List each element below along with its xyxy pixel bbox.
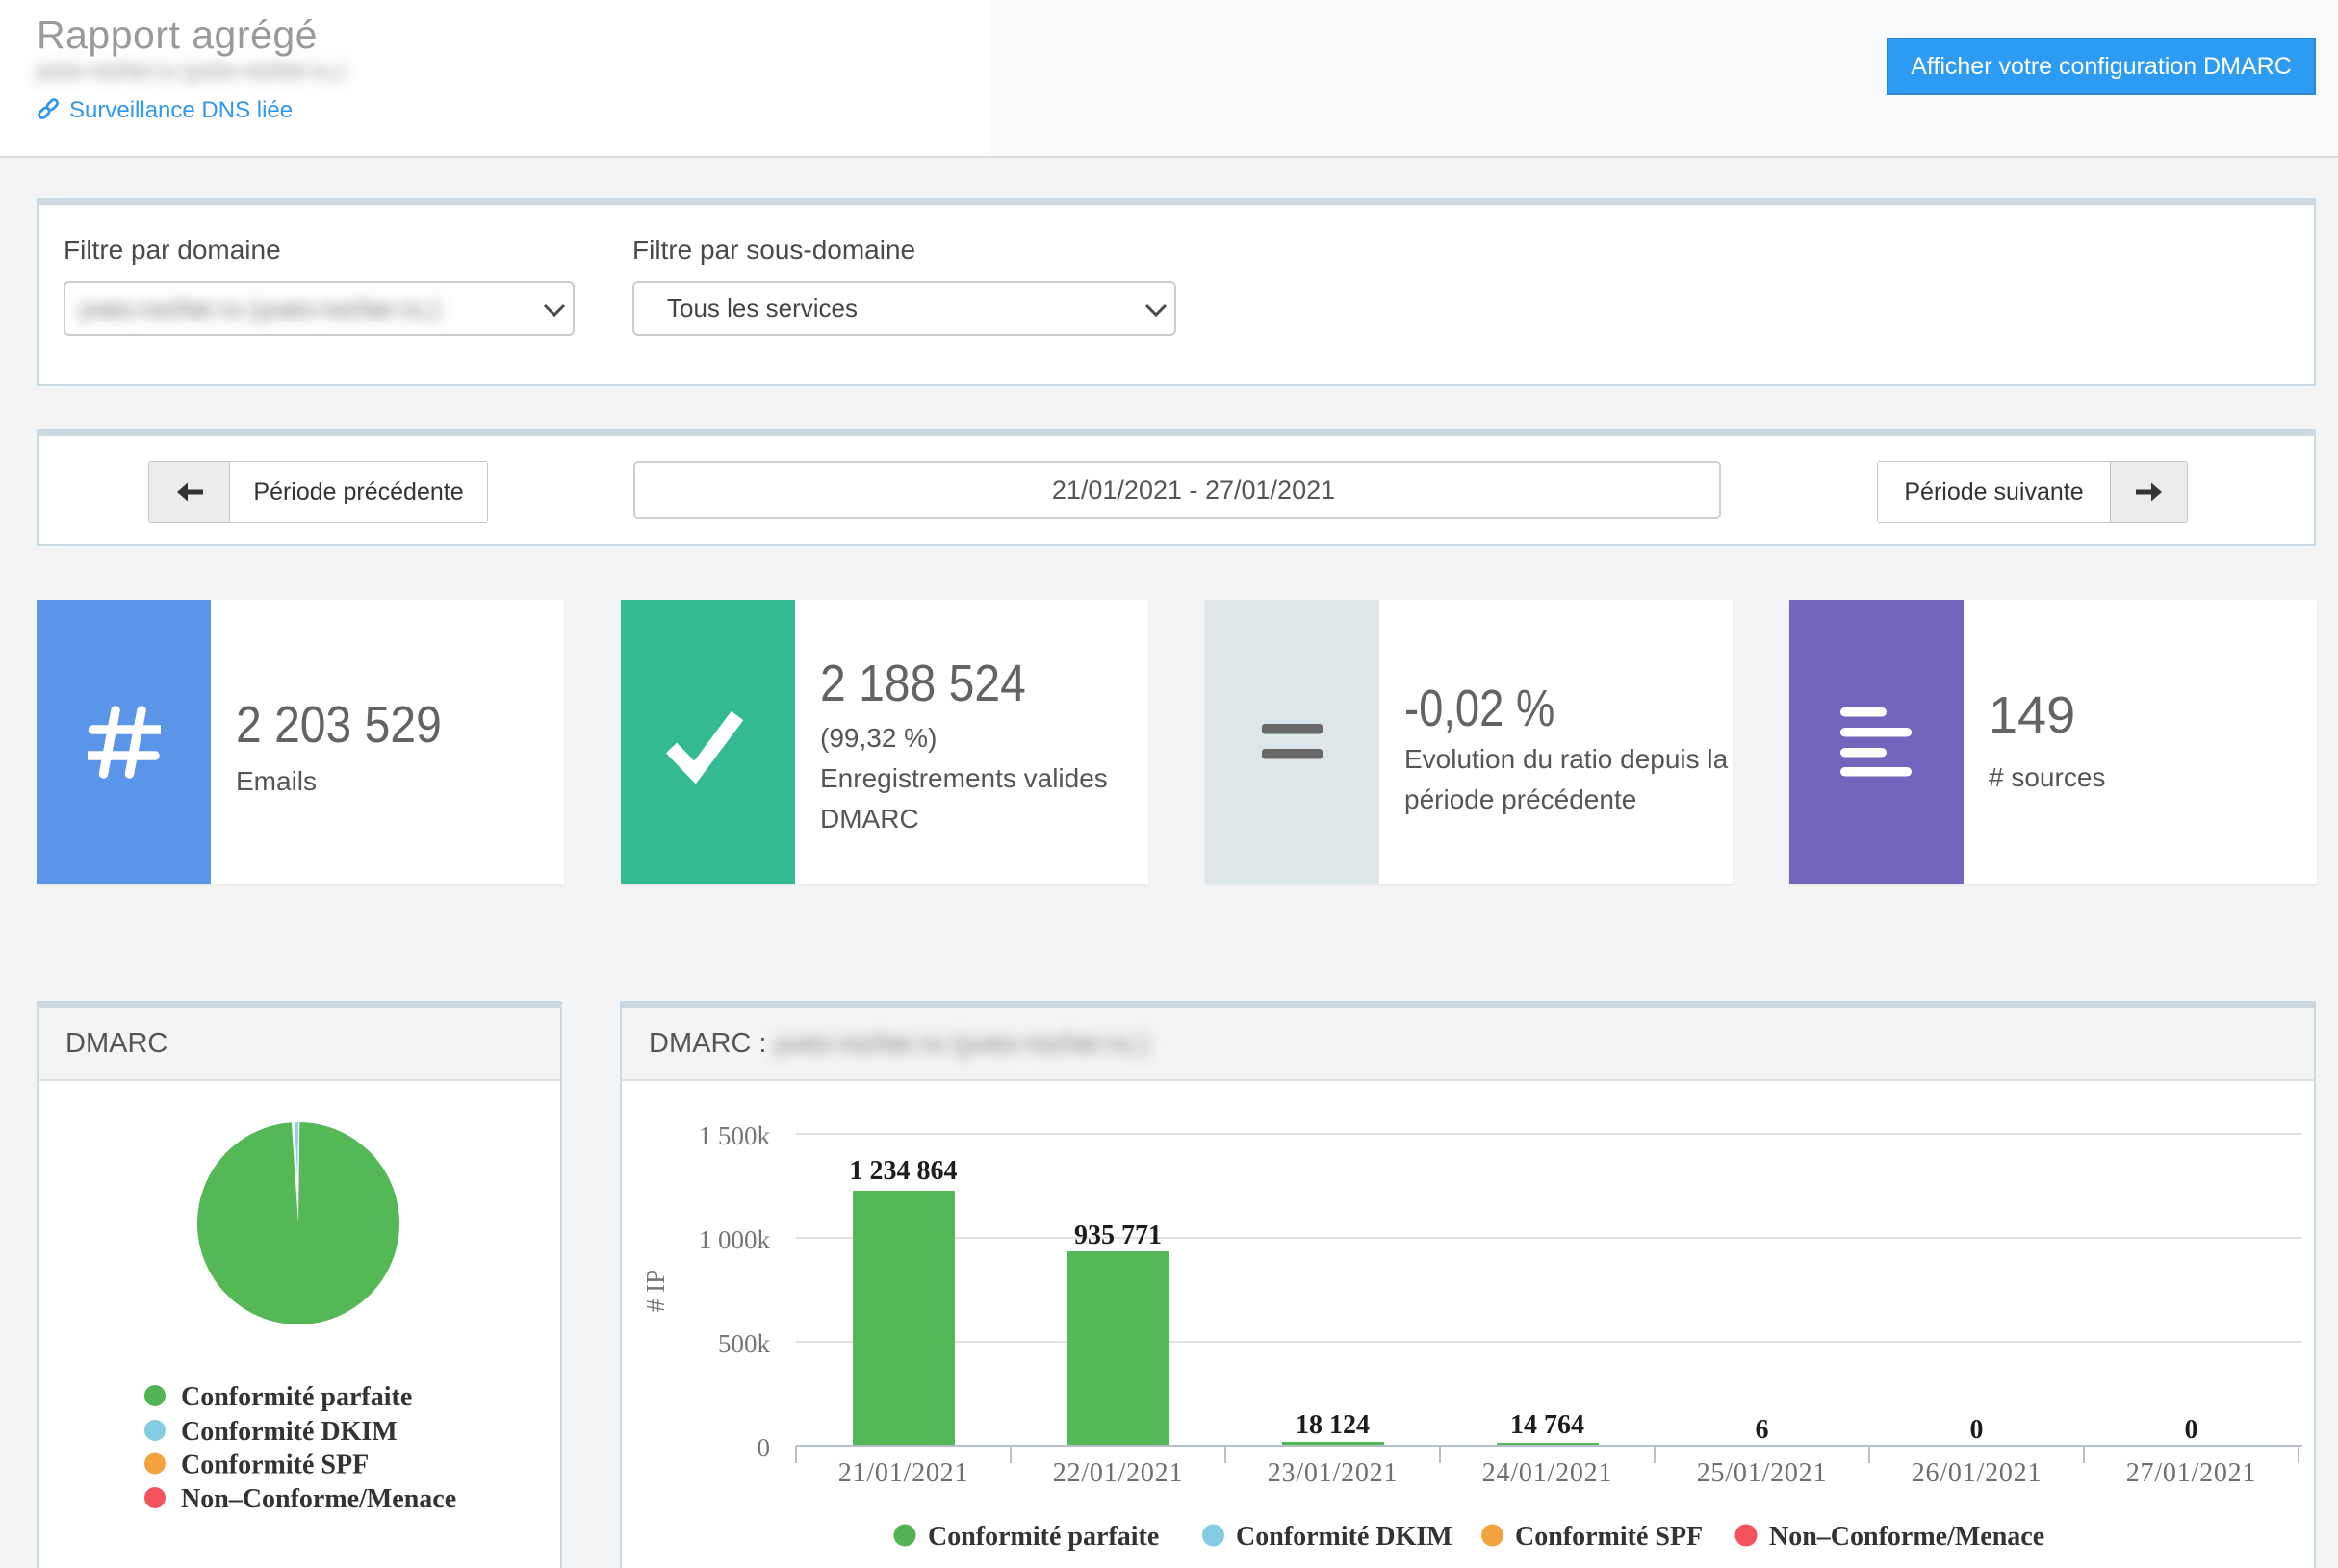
svg-text:18 124: 18 124 <box>1296 1410 1370 1440</box>
svg-text:Conformité SPF: Conformité SPF <box>181 1451 369 1480</box>
svg-text:Non–Conforme/Menace: Non–Conforme/Menace <box>1769 1522 2044 1552</box>
svg-text:Conformité DKIM: Conformité DKIM <box>1236 1522 1452 1552</box>
svg-text:Conformité parfaite: Conformité parfaite <box>928 1522 1159 1552</box>
svg-text:0: 0 <box>2185 1415 2198 1445</box>
svg-text:1 500k: 1 500k <box>699 1121 771 1150</box>
svg-text:21/01/2021: 21/01/2021 <box>838 1458 969 1488</box>
svg-text:500k: 500k <box>718 1329 771 1358</box>
svg-text:1 234 864: 1 234 864 <box>850 1156 958 1186</box>
svg-text:0: 0 <box>758 1433 771 1462</box>
svg-text:26/01/2021: 26/01/2021 <box>1912 1458 2043 1488</box>
svg-text:# IP: # IP <box>641 1270 670 1312</box>
svg-text:23/01/2021: 23/01/2021 <box>1268 1458 1399 1488</box>
svg-text:Conformité parfaite: Conformité parfaite <box>181 1382 412 1412</box>
svg-text:935 771: 935 771 <box>1074 1221 1162 1250</box>
svg-text:6: 6 <box>1756 1415 1769 1445</box>
svg-text:Conformité SPF: Conformité SPF <box>1515 1522 1703 1552</box>
svg-text:Conformité DKIM: Conformité DKIM <box>181 1417 398 1447</box>
svg-text:22/01/2021: 22/01/2021 <box>1053 1458 1184 1488</box>
svg-text:0: 0 <box>1970 1415 1984 1445</box>
svg-text:27/01/2021: 27/01/2021 <box>2126 1458 2257 1488</box>
svg-text:25/01/2021: 25/01/2021 <box>1697 1458 1828 1488</box>
svg-text:24/01/2021: 24/01/2021 <box>1482 1458 1613 1488</box>
svg-text:1 000k: 1 000k <box>699 1225 771 1254</box>
svg-text:14 764: 14 764 <box>1510 1410 1584 1440</box>
svg-text:Non–Conforme/Menace: Non–Conforme/Menace <box>181 1484 456 1514</box>
